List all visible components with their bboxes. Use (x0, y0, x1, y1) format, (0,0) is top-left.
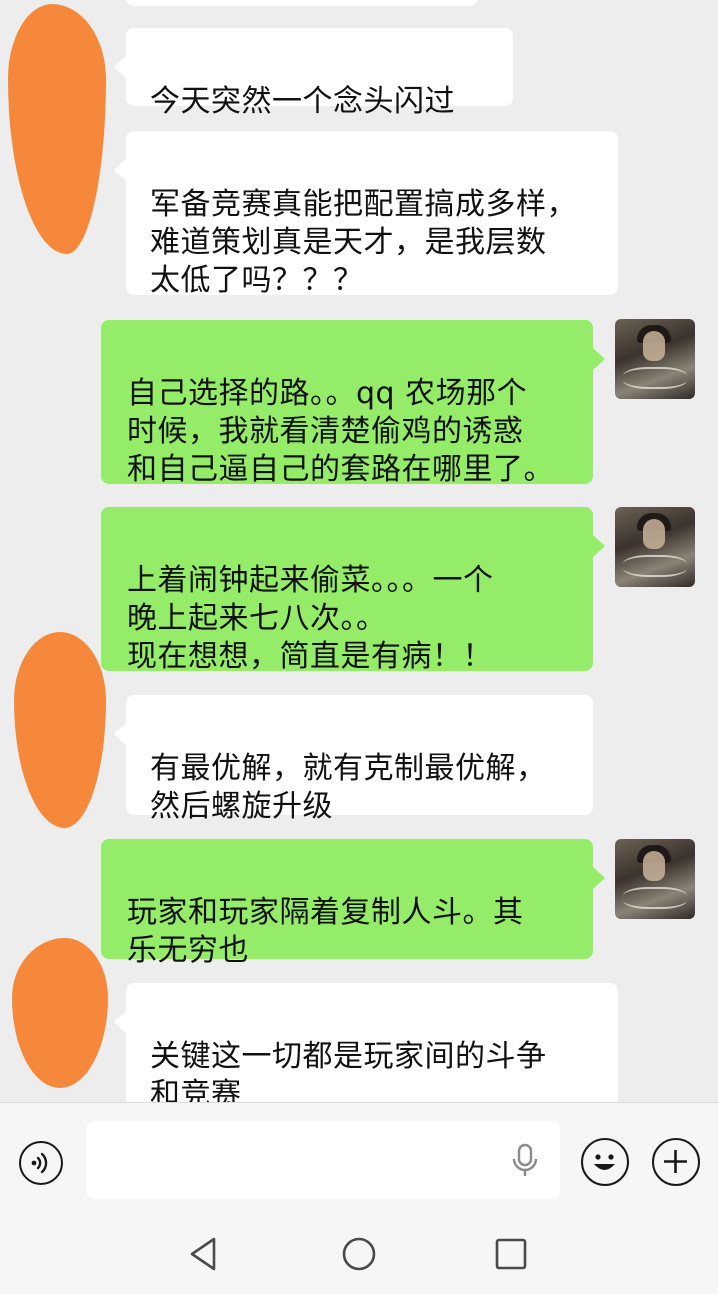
message-input[interactable] (86, 1121, 560, 1199)
message-text: 有最优解，就有克制最优解， 然后螺旋升级 (150, 751, 547, 824)
incoming-message-bubble[interactable]: 军备竞赛真能把配置搞成多样， 难道策划真是天才，是我层数 太低了吗？？？ (114, 131, 618, 298)
message-text: 上着闹钟起来偷菜。。。一个 晚上起来七八次。。 现在想想，简直是有病！！ (127, 563, 494, 674)
chat-message-list[interactable]: 今天突然一个念头闪过 军备竞赛真能把配置搞成多样， 难道策划真是天才，是我层数 … (0, 0, 718, 1102)
redacted-avatar (12, 938, 108, 1088)
outgoing-message-bubble[interactable]: 自己选择的路。。qq 农场那个 时候，我就看清楚偷鸡的诱惑 和自己逼自己的套路在… (101, 320, 605, 487)
chat-input-bar (0, 1102, 718, 1221)
my-avatar[interactable] (615, 319, 695, 399)
nav-recent-icon[interactable] (491, 1234, 531, 1274)
outgoing-message-bubble[interactable]: 上着闹钟起来偷菜。。。一个 晚上起来七八次。。 现在想想，简直是有病！！ (101, 507, 605, 674)
emoji-button[interactable] (581, 1138, 629, 1186)
system-navigation-bar (0, 1220, 718, 1294)
voice-toggle-button[interactable] (19, 1141, 63, 1185)
message-text: 今天突然一个念头闪过 (150, 84, 455, 119)
incoming-message-bubble[interactable]: 关键这一切都是玩家间的斗争 和竞赛 (114, 983, 618, 1102)
my-avatar[interactable] (615, 507, 695, 587)
voice-toggle-icon (31, 1152, 48, 1174)
outgoing-message-bubble[interactable]: 玩家和玩家隔着复制人斗。其 乐无穷也 (101, 839, 605, 968)
microphone-icon[interactable] (510, 1143, 540, 1179)
incoming-message-bubble[interactable]: 今天突然一个念头闪过 (114, 28, 513, 119)
nav-back-icon[interactable] (184, 1234, 224, 1274)
emoji-icon (594, 1154, 615, 1170)
more-actions-button[interactable] (652, 1138, 700, 1186)
message-text: 玩家和玩家隔着复制人斗。其 乐无穷也 (127, 895, 524, 968)
plus-icon (664, 1150, 687, 1173)
redacted-avatar (14, 632, 106, 828)
redacted-avatar (8, 4, 106, 254)
my-avatar[interactable] (615, 839, 695, 919)
incoming-message-bubble[interactable]: 有最优解，就有克制最优解， 然后螺旋升级 (114, 695, 593, 824)
nav-home-icon[interactable] (339, 1234, 379, 1274)
message-text: 关键这一切都是玩家间的斗争 和竞赛 (150, 1039, 547, 1102)
message-text: 自己选择的路。。qq 农场那个 时候，我就看清楚偷鸡的诱惑 和自己逼自己的套路在… (127, 376, 554, 487)
previous-message-bubble (126, 0, 478, 6)
message-text: 军备竞赛真能把配置搞成多样， 难道策划真是天才，是我层数 太低了吗？？？ (150, 187, 577, 298)
